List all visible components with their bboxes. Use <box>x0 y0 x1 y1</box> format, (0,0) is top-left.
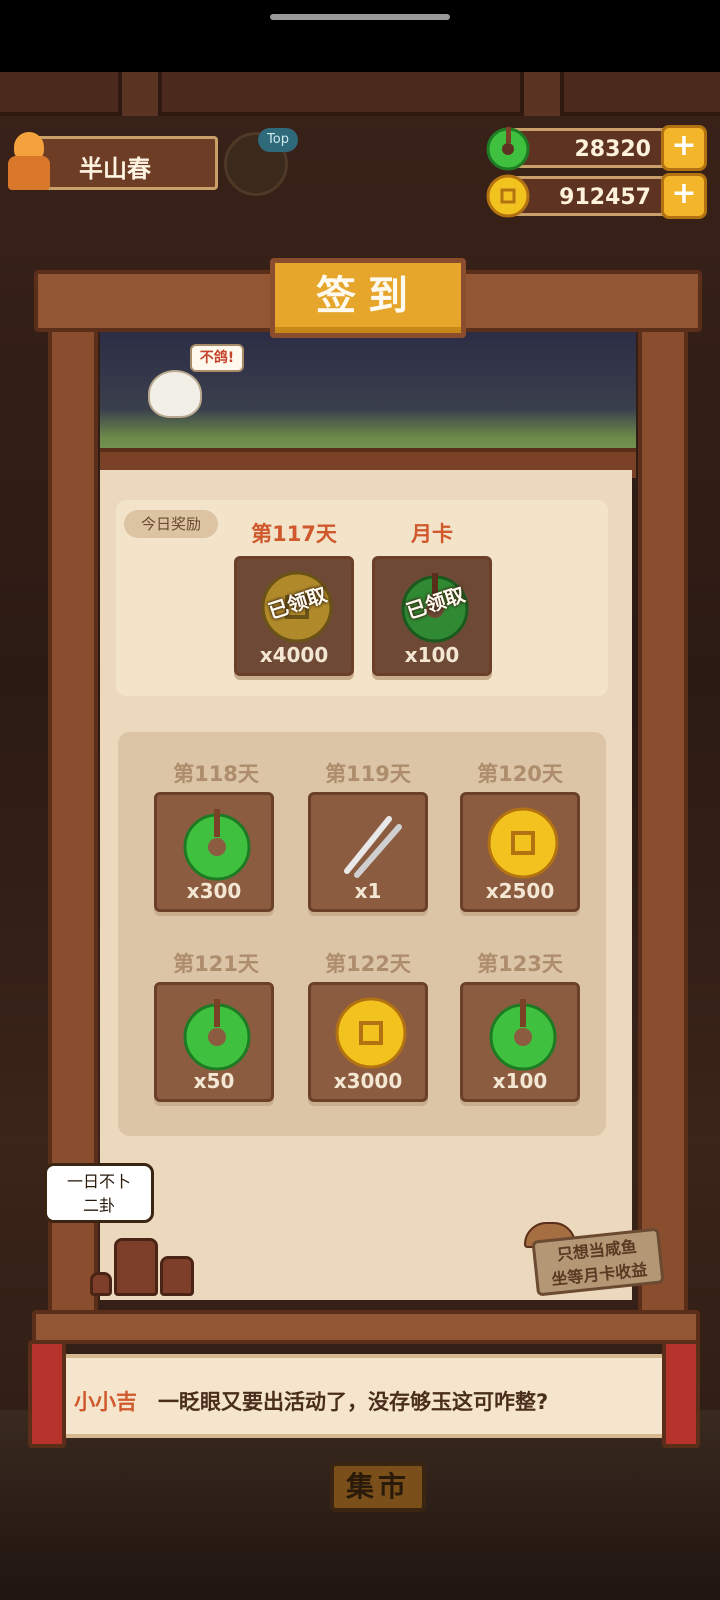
month-card-label: 月卡 <box>411 522 453 546</box>
jade-icon <box>486 127 530 171</box>
day-122-label: 第122天 <box>325 952 411 976</box>
day-120-label: 第120天 <box>477 762 563 786</box>
reward-quantity: x3000 <box>333 1069 403 1093</box>
panel-title: 签到 <box>270 258 466 338</box>
reward-tile-day-121[interactable]: x50 <box>154 982 274 1102</box>
dialog-text: 一眨眼又要出活动了，没存够玉这可咋整? <box>158 1390 549 1414</box>
reward-quantity: x1 <box>354 879 382 903</box>
chopsticks-icon <box>344 816 402 878</box>
coin-icon <box>335 997 407 1069</box>
add-coin-button[interactable]: + <box>661 173 707 219</box>
jars-decoration <box>70 1236 210 1296</box>
day-118-label: 第118天 <box>173 762 259 786</box>
system-status-bar <box>0 0 720 72</box>
day-121-label: 第121天 <box>173 952 259 976</box>
reward-quantity: x50 <box>193 1069 235 1093</box>
scroll-end-right <box>662 1340 700 1448</box>
reward-quantity: x4000 <box>259 643 329 667</box>
reward-quantity: x100 <box>404 643 460 667</box>
scroll-end-left <box>28 1340 66 1448</box>
player-name: 半山春 <box>79 155 151 183</box>
jade-counter: 28320 + <box>486 125 707 171</box>
today-rewards-label: 今日奖励 <box>124 510 218 538</box>
jade-icon <box>489 999 557 1071</box>
today-reward-tile-coin: 已领取 x4000 <box>234 556 354 676</box>
speech-line-1: 一日不卜 <box>66 1172 131 1191</box>
fortune-speech-bubble: 一日不卜 二卦 <box>44 1163 154 1223</box>
coin-icon <box>486 174 530 218</box>
bird-tag: 不鸽! <box>190 344 244 372</box>
top-badge: Top <box>258 128 298 152</box>
jade-icon <box>183 999 251 1071</box>
gesture-pill <box>270 14 450 20</box>
dialog-scroll-bar <box>32 1310 700 1344</box>
reward-tile-day-122[interactable]: x3000 <box>308 982 428 1102</box>
reward-quantity: x100 <box>492 1069 548 1093</box>
add-jade-button[interactable]: + <box>661 125 707 171</box>
reward-tile-day-123[interactable]: x100 <box>460 982 580 1102</box>
reward-quantity: x300 <box>186 879 242 903</box>
coin-amount: 912457 <box>559 185 651 210</box>
coin-counter: 912457 + <box>486 173 707 219</box>
reward-tile-day-119[interactable]: x1 <box>308 792 428 912</box>
dialog-speaker: 小小吉 <box>74 1390 137 1414</box>
bird-mascot-icon <box>148 370 202 418</box>
reward-tile-day-120[interactable]: x2500 <box>460 792 580 912</box>
today-reward-day: 第117天 <box>251 522 337 546</box>
speech-line-2: 二卦 <box>82 1196 115 1215</box>
jade-amount: 28320 <box>574 137 651 162</box>
day-119-label: 第119天 <box>325 762 411 786</box>
jade-icon <box>183 809 251 881</box>
player-avatar[interactable] <box>4 132 54 190</box>
scene-beam <box>0 72 720 116</box>
day-123-label: 第123天 <box>477 952 563 976</box>
month-card-reward-tile: 已领取 x100 <box>372 556 492 676</box>
panel-post-right <box>638 310 688 1320</box>
coin-icon <box>487 807 559 879</box>
market-sign: 集市 <box>330 1462 426 1512</box>
reward-tile-day-118[interactable]: x300 <box>154 792 274 912</box>
reward-quantity: x2500 <box>485 879 555 903</box>
